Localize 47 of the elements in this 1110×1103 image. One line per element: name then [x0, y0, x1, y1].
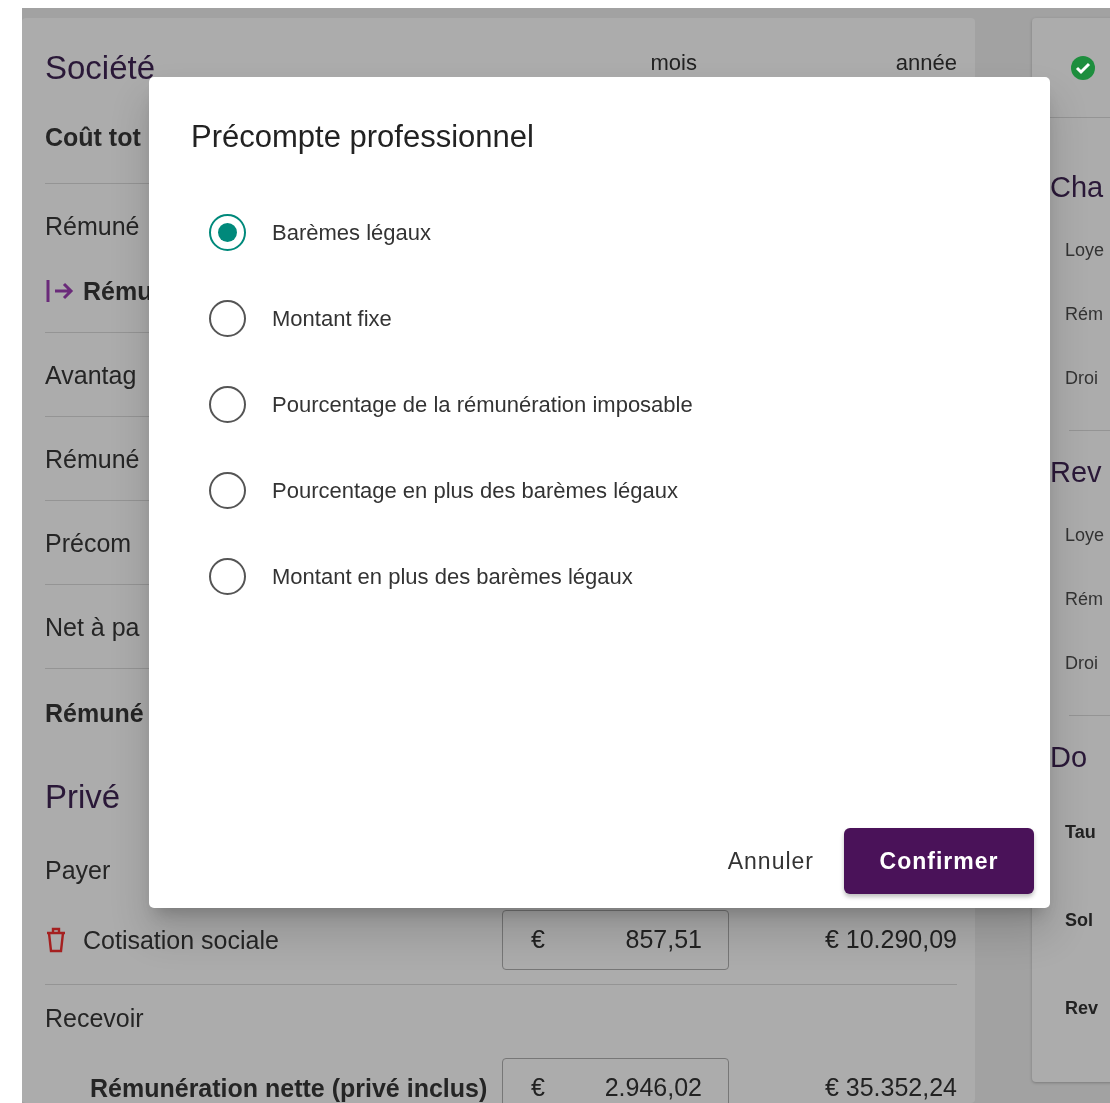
arrow-to-bar-icon	[45, 277, 75, 304]
row-label: Rémuné	[45, 443, 140, 474]
section-title: Rev	[1050, 455, 1102, 490]
option-label[interactable]: Montant en plus des barèmes légaux	[272, 559, 633, 593]
row-label: Rém	[1065, 302, 1103, 326]
row-label: Sol	[1065, 908, 1093, 932]
section-title: Privé	[45, 777, 121, 817]
yearly-amount: € 10.290,09	[823, 924, 957, 956]
column-header: mois	[649, 52, 697, 74]
radio-button[interactable]	[209, 471, 246, 509]
row-label: Droi	[1065, 366, 1098, 390]
row-label: Rev	[1065, 996, 1099, 1020]
row-label: Loye	[1065, 523, 1105, 547]
row-label: Rémuné	[45, 698, 144, 728]
group-label: Payer	[45, 854, 111, 885]
section-title: Société	[45, 48, 157, 88]
section-title: Cha	[1050, 170, 1104, 205]
trash-icon	[45, 927, 67, 953]
row-label: Net à pa	[45, 611, 140, 642]
option-label[interactable]: Barèmes légaux	[272, 215, 431, 249]
yearly-amount: € 35.352,24	[823, 1072, 957, 1103]
column-header: année	[894, 52, 957, 74]
check-circle-icon	[1070, 54, 1096, 81]
amount-field[interactable]: € 857,51	[502, 910, 729, 970]
option-label[interactable]: Pourcentage en plus des barèmes légaux	[272, 473, 679, 507]
row-label: Rém	[1065, 587, 1103, 611]
row-label: Droi	[1065, 651, 1098, 675]
radio-button[interactable]	[209, 299, 246, 337]
row-label: Tau	[1065, 820, 1096, 844]
row-label: Rémunération nette (privé inclus)	[90, 1073, 488, 1103]
row-label: Cotisation sociale	[83, 925, 279, 955]
row-label: Rémuné	[45, 210, 140, 241]
row-label: Loye	[1065, 238, 1105, 262]
row-label: Coût tot	[45, 121, 141, 152]
row-label: Avantag	[45, 359, 137, 390]
amount-field[interactable]: € 2.946,02	[502, 1058, 729, 1103]
radio-button[interactable]	[209, 213, 246, 251]
radio-button[interactable]	[209, 385, 246, 423]
cancel-button[interactable]: Annuler	[725, 835, 816, 887]
row-label: Précom	[45, 527, 132, 558]
confirm-button[interactable]: Confirmer	[844, 828, 1034, 894]
group-label: Recevoir	[45, 1002, 144, 1033]
dialog-title: Précompte professionnel	[191, 118, 535, 156]
option-label[interactable]: Montant fixe	[272, 301, 392, 335]
option-label[interactable]: Pourcentage de la rémunération imposable	[272, 387, 693, 421]
radio-button[interactable]	[209, 557, 246, 595]
section-title: Do	[1050, 740, 1088, 775]
